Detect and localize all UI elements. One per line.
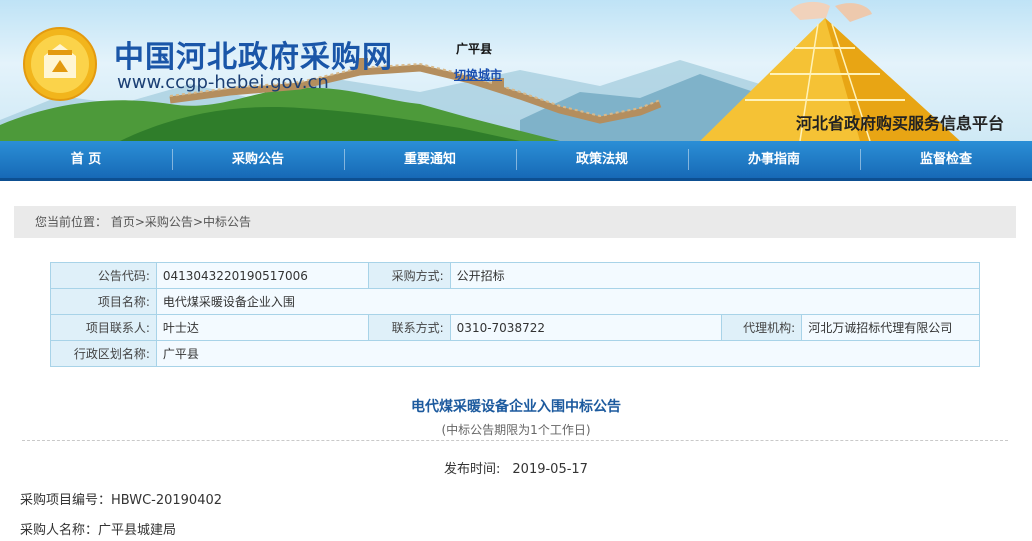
method-value: 公开招标 (449, 262, 981, 289)
switch-city-link[interactable]: 切换城市 (454, 66, 502, 83)
site-title: 中国河北政府采购网 (114, 40, 393, 75)
breadcrumb-current: 中标公告 (203, 215, 252, 229)
method-key: 采购方式: (367, 262, 451, 289)
breadcrumb-separator: > (192, 215, 203, 229)
nav-guide[interactable]: 办事指南 (688, 141, 860, 178)
nav-policies[interactable]: 政策法规 (516, 141, 688, 178)
agency-value: 河北万诚招标代理有限公司 (801, 314, 980, 341)
notice-period: (中标公告期限为1个工作日) (441, 423, 591, 437)
current-county: 广平县 (456, 42, 493, 56)
breadcrumb: 您当前位置： 首页>采购公告>中标公告 (14, 206, 1016, 238)
publish-label: 发布时间: (444, 462, 501, 477)
government-emblem-logo (23, 27, 97, 101)
breadcrumb-procurement[interactable]: 采购公告 (145, 215, 193, 229)
publish-date: 2019-05-17 (512, 462, 588, 477)
table-row: 行政区划名称: 广平县 (50, 340, 981, 367)
nav-important-notices[interactable]: 重要通知 (344, 141, 516, 178)
nav-supervision[interactable]: 监督检查 (860, 141, 1032, 178)
project-name-key: 项目名称: (50, 288, 157, 315)
table-row: 项目名称: 电代煤采暖设备企业入围 (50, 288, 981, 315)
notice-code-key: 公告代码: (50, 262, 157, 289)
nav-home[interactable]: 首 页 (0, 141, 172, 178)
breadcrumb-separator: > (134, 215, 145, 229)
table-row: 项目联系人: 叶士达 联系方式: 0310-7038722 代理机构: 河北万诚… (50, 314, 980, 341)
platform-name: 河北省政府购买服务信息平台 (795, 114, 1004, 133)
region-value: 广平县 (155, 340, 981, 367)
main-nav: 首 页 采购公告 重要通知 政策法规 办事指南 监督检查 (0, 141, 1032, 181)
divider (22, 440, 1008, 441)
agency-key: 代理机构: (721, 314, 803, 341)
site-url: www.ccgp-hebei.gov.cn (117, 72, 329, 93)
publish-time: 发布时间: 2019-05-17 (0, 458, 1032, 477)
project-name-value: 电代煤采暖设备企业入围 (155, 288, 981, 315)
notice-info-table: 公告代码: 0413043220190517006 采购方式: 公开招标 项目名… (50, 262, 981, 367)
breadcrumb-home[interactable]: 首页 (111, 215, 135, 229)
breadcrumb-label: 您当前位置： (35, 215, 108, 229)
header-banner: 中国河北政府采购网 www.ccgp-hebei.gov.cn 广平县 切换城市… (0, 0, 1032, 141)
notice-code-value: 0413043220190517006 (155, 262, 369, 289)
purchaser-name: 采购人名称：广平县城建局 (20, 523, 177, 538)
contact-value: 叶士达 (155, 314, 369, 341)
phone-key: 联系方式: (367, 314, 451, 341)
contact-key: 项目联系人: (50, 314, 157, 341)
notice-title: 电代煤采暖设备企业入围中标公告 (411, 399, 621, 415)
region-key: 行政区划名称: (50, 340, 157, 367)
table-row: 公告代码: 0413043220190517006 采购方式: 公开招标 (50, 262, 981, 289)
phone-value: 0310-7038722 (449, 314, 723, 341)
nav-procurement-notices[interactable]: 采购公告 (172, 141, 344, 178)
project-number: 采购项目编号：HBWC-20190402 (20, 493, 223, 508)
